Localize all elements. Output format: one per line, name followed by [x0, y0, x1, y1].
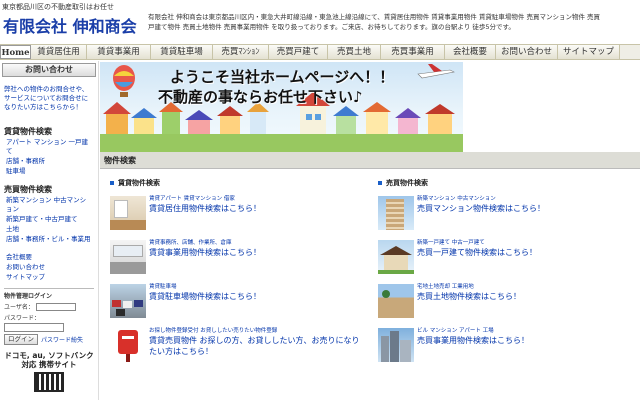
nav-sale-business[interactable]: 売買事業用	[381, 45, 445, 59]
airplane-icon	[417, 64, 455, 79]
banner-slogan-text: 不動産の事ならお任せ下さい♪	[158, 88, 363, 106]
house-thumbnail[interactable]	[378, 240, 414, 274]
rental-column-heading: 賃貸物件検索	[110, 178, 366, 188]
bullet-square-icon	[378, 181, 382, 185]
welcome-banner: ようこそ当社ホームページへ！！ 不動産の事ならお任せ下さい♪	[100, 62, 463, 152]
sale-search-column: 売買物件検索 新築マンション 中古マンション 売買マンション物件検索はこちら！ …	[378, 178, 634, 364]
item-link[interactable]: 売買マンション物件検索はこちら！	[417, 203, 545, 214]
room-interior-thumbnail[interactable]	[110, 196, 146, 230]
item-category: ビル マンション アパート 工場	[417, 328, 494, 334]
nav-sale-mansion[interactable]: 売買ﾏﾝｼｮﾝ	[213, 45, 269, 59]
item-link[interactable]: 賃貸売買物件 お探しの方、お貸ししたい方、お売りになりたい方はこちら！	[149, 335, 366, 357]
sidebar: お問い合わせ 弊社への物件のお問合せや、サービスについてお問合せになりたい方はこ…	[0, 61, 99, 400]
sidebar-link-sale-business[interactable]: 店舗・事務所・ビル・事業用	[6, 235, 92, 244]
city-buildings-thumbnail[interactable]	[378, 328, 414, 362]
login-button[interactable]: ログイン	[4, 334, 38, 345]
balloon-icon	[113, 65, 135, 97]
land-thumbnail[interactable]	[378, 284, 414, 318]
nav-sale-house[interactable]: 売買戸建て	[269, 45, 328, 59]
search-item-registration[interactable]: お探し物件登録受付 お貸ししたい売りたい物件登録 賃貸売買物件 お探しの方、お貸…	[110, 328, 366, 368]
company-logo[interactable]: 有限会社 伸和商会	[3, 13, 137, 37]
search-item-sale-mansion[interactable]: 新築マンション 中古マンション 売買マンション物件検索はこちら！	[378, 196, 634, 232]
page-title-bar: 物件検索	[100, 152, 640, 169]
banner-ground	[100, 134, 463, 152]
login-actions: ログイン パスワード紛失	[4, 334, 94, 345]
search-item-rental-business[interactable]: 賃貸事務所、店舗、作業所、倉庫 賃貸事業用物件検索はこちら！	[110, 240, 366, 276]
item-link[interactable]: 賃貸駐車場物件検索はこちら！	[149, 291, 261, 302]
sidebar-link-sale-mansion[interactable]: 新築マンション 中古マンション	[6, 196, 92, 214]
search-item-rental-parking[interactable]: 賃貸駐車場 賃貸駐車場物件検索はこちら！	[110, 284, 366, 320]
sale-search-heading: 売買物件検索	[4, 185, 52, 194]
item-category: お探し物件登録受付 お貸ししたい売りたい物件登録	[149, 328, 278, 334]
mobile-site-text: ドコモ, au, ソフトバンク対応 携帯サイト	[4, 351, 94, 369]
qr-code-icon	[34, 372, 64, 392]
item-category: 賃貸事務所、店舗、作業所、倉庫	[149, 240, 232, 246]
item-link[interactable]: 売買一戸建て物件検索はこちら！	[417, 247, 537, 258]
login-title: 物件管理ログイン	[4, 293, 53, 300]
company-intro: 有限会社 伸和商会は東京都品川区内・東急大井町線沿線・東急池上線沿線にて、賃貸居…	[148, 13, 601, 31]
nav-rental-parking[interactable]: 賃貸駐車場	[151, 45, 213, 59]
search-item-rental-residential[interactable]: 賃貸アパート 賃貸マンション 借家 賃貸居住用物件検索はこちら！	[110, 196, 366, 232]
item-category: 新築マンション 中古マンション	[417, 196, 496, 202]
sidebar-link-rental-parking[interactable]: 駐車場	[6, 167, 92, 176]
item-category: 宅地土地売却 工業用地	[417, 284, 474, 290]
rental-column-heading-label: 賃貸物件検索	[118, 179, 160, 187]
rental-search-heading: 賃貸物件検索	[4, 127, 52, 136]
forgot-password-link[interactable]: パスワード紛失	[41, 335, 83, 344]
username-input[interactable]	[35, 302, 76, 311]
username-row: ユーザ名：	[4, 302, 94, 311]
contact-note-link[interactable]: 弊社への物件のお問合せや、サービスについてお問合せになりたい方はこちらから！	[4, 85, 94, 112]
item-category: 新築一戸建て 中古一戸建て	[417, 240, 485, 246]
password-label-row: パスワード：	[4, 313, 94, 322]
nav-rental-residential[interactable]: 賃貸居住用	[31, 45, 87, 59]
contact-button[interactable]: お問い合わせ	[2, 63, 96, 77]
sidebar-link-sale-house[interactable]: 新築戸建て・中古戸建て	[6, 215, 92, 224]
banner-welcome-text: ようこそ当社ホームページへ！！	[170, 68, 395, 86]
sidebar-link-rental-shop[interactable]: 店舗・事務所	[6, 157, 92, 166]
login-panel: 物件管理ログイン ユーザ名： パスワード： ログイン パスワード紛失	[4, 288, 94, 345]
password-label: パスワード：	[4, 315, 41, 322]
item-category: 賃貸駐車場	[149, 284, 177, 290]
nav-sale-land[interactable]: 売買土地	[328, 45, 381, 59]
parking-lot-thumbnail[interactable]	[110, 284, 146, 318]
page-title: 物件検索	[104, 156, 136, 165]
username-label: ユーザ名：	[4, 304, 34, 311]
search-item-sale-land[interactable]: 宅地土地売却 工業用地 売買土地物件検索はこちら！	[378, 284, 634, 320]
sale-column-heading-label: 売買物件検索	[386, 179, 428, 187]
item-category: 賃貸アパート 賃貸マンション 借家	[149, 196, 235, 202]
sidebar-link-contact[interactable]: お問い合わせ	[6, 263, 92, 272]
sidebar-link-company[interactable]: 会社概要	[6, 253, 92, 262]
main-nav: Home 賃貸居住用 賃貸事業用 賃貸駐車場 売買ﾏﾝｼｮﾝ 売買戸建て 売買土…	[0, 44, 640, 60]
nav-company[interactable]: 会社概要	[445, 45, 496, 59]
item-link[interactable]: 賃貸事業用物件検索はこちら！	[149, 247, 261, 258]
sale-column-heading: 売買物件検索	[378, 178, 634, 188]
nav-rental-business[interactable]: 賃貸事業用	[87, 45, 151, 59]
office-interior-thumbnail[interactable]	[110, 240, 146, 274]
sidebar-link-rental-residential[interactable]: アパート マンション 一戸建て	[6, 138, 92, 156]
nav-home[interactable]: Home	[0, 45, 31, 59]
mansion-building-thumbnail[interactable]	[378, 196, 414, 230]
password-input[interactable]	[4, 323, 64, 332]
rental-search-column: 賃貸物件検索 賃貸アパート 賃貸マンション 借家 賃貸居住用物件検索はこちら！ …	[110, 178, 366, 368]
search-item-sale-business[interactable]: ビル マンション アパート 工場 売買事業用物件検索はこちら！	[378, 328, 634, 364]
site-header: 東京都品川区の不動産取引はお任せ 有限会社 伸和商会 有限会社 伸和商会は東京都…	[0, 0, 640, 44]
nav-sitemap[interactable]: サイトマップ	[558, 45, 620, 59]
site-tagline: 東京都品川区の不動産取引はお任せ	[2, 3, 114, 11]
item-link[interactable]: 賃貸居住用物件検索はこちら！	[149, 203, 261, 214]
nav-contact[interactable]: お問い合わせ	[496, 45, 558, 59]
sidebar-link-sale-land[interactable]: 土地	[6, 225, 92, 234]
bullet-square-icon	[110, 181, 114, 185]
item-link[interactable]: 売買土地物件検索はこちら！	[417, 291, 521, 302]
sidebar-link-sitemap[interactable]: サイトマップ	[6, 273, 92, 282]
mailbox-icon[interactable]	[110, 328, 146, 362]
search-item-sale-house[interactable]: 新築一戸建て 中古一戸建て 売買一戸建て物件検索はこちら！	[378, 240, 634, 276]
item-link[interactable]: 売買事業用物件検索はこちら！	[417, 335, 529, 346]
sidebar-misc-links: 会社概要 お問い合わせ サイトマップ	[0, 253, 98, 282]
